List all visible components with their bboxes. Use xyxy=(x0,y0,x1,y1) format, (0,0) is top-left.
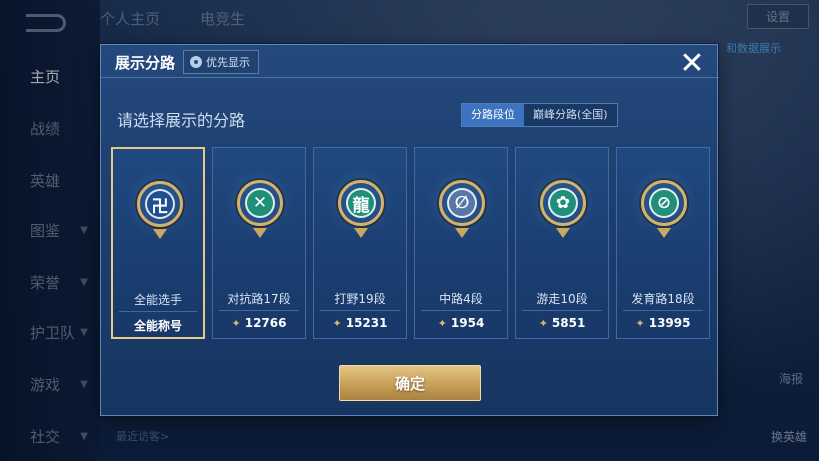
emblem-core: ⊘ xyxy=(649,188,679,218)
lane-emblem-icon: 龍 xyxy=(338,180,384,226)
card-divider xyxy=(119,311,197,312)
card-divider xyxy=(421,310,501,311)
lane-card-value: ✦ 13995 xyxy=(617,316,709,330)
lane-type-switch: 分路段位 巅峰分路(全国) xyxy=(461,103,618,127)
lane-card-value: ✦ 1954 xyxy=(415,316,507,330)
lane-card-value: ✦ 15231 xyxy=(314,316,406,330)
lane-display-dialog: 展示分路 优先显示 ✕ 请选择展示的分路 分路段位 巅峰分路(全国) 卍全能选手… xyxy=(100,44,719,416)
lane-card[interactable]: 龍打野19段 ✦ 15231 xyxy=(313,147,407,339)
card-divider xyxy=(623,310,703,311)
confirm-button[interactable]: 确定 xyxy=(339,365,481,401)
dialog-title: 展示分路 xyxy=(115,53,176,72)
lane-card[interactable]: ⊘ 发育路18段 ✦ 13995 xyxy=(616,147,710,339)
card-divider xyxy=(522,310,602,311)
lane-emblem-icon: ✿ xyxy=(540,180,586,226)
card-divider xyxy=(219,310,299,311)
lane-card[interactable]: ✕ 对抗路17段 ✦ 12766 xyxy=(212,147,306,339)
dialog-subtitle: 请选择展示的分路 xyxy=(117,111,246,130)
rank-points-icon: ✦ xyxy=(437,316,447,330)
lane-card[interactable]: ∅ 中路4段 ✦ 1954 xyxy=(414,147,508,339)
emblem-core: ∅ xyxy=(447,188,477,218)
lane-card[interactable]: 卍全能选手 全能称号 xyxy=(111,147,205,339)
rank-points-icon: ✦ xyxy=(332,316,342,330)
emblem-core: ✿ xyxy=(548,188,578,218)
lane-card-value-text: 12766 xyxy=(244,316,287,330)
rank-points-icon: ✦ xyxy=(635,316,645,330)
emblem-core: ✕ xyxy=(245,188,275,218)
lane-card-label: 游走10段 xyxy=(536,292,588,306)
close-icon[interactable]: ✕ xyxy=(677,49,707,79)
lane-card-value-text: 13995 xyxy=(648,316,691,330)
emblem-core: 龍 xyxy=(346,188,376,218)
dialog-header: 展示分路 优先显示 xyxy=(101,45,719,79)
rank-points-icon: ✦ xyxy=(231,316,241,330)
lane-card-label: 全能选手 xyxy=(133,293,182,307)
lane-card-value: ✦ 5851 xyxy=(516,316,608,330)
lane-card-value-text: 1954 xyxy=(450,316,485,330)
lane-card[interactable]: ✿ 游走10段 ✦ 5851 xyxy=(515,147,609,339)
priority-display-button[interactable]: 优先显示 xyxy=(183,50,260,74)
gear-icon xyxy=(190,56,203,68)
lane-emblem-icon: ∅ xyxy=(439,180,485,226)
card-divider xyxy=(320,310,400,311)
lane-emblem-icon: 卍 xyxy=(137,181,183,227)
lane-emblem-icon: ⊘ xyxy=(641,180,687,226)
rank-points-icon: ✦ xyxy=(538,316,548,330)
lane-emblem-icon: ✕ xyxy=(237,180,283,226)
tab-peak-lane[interactable]: 巅峰分路(全国) xyxy=(524,104,617,126)
lane-card-value-text: 全能称号 xyxy=(133,319,182,333)
lane-card-value-text: 15231 xyxy=(345,316,388,330)
lane-card-value: 全能称号 xyxy=(113,317,203,334)
lane-card-label: 打野19段 xyxy=(334,292,386,306)
lane-card-value: ✦ 12766 xyxy=(213,316,305,330)
lane-card-label: 中路4段 xyxy=(439,292,483,306)
lane-card-label: 对抗路17段 xyxy=(227,292,291,306)
lane-card-value-text: 5851 xyxy=(551,316,586,330)
tab-lane-rank[interactable]: 分路段位 xyxy=(462,104,524,126)
lane-cards: 卍全能选手 全能称号 ✕ 对抗路17段 ✦ 12766 龍打野19段 ✦ 15231 ∅ 中路4段 ✦… xyxy=(111,147,711,341)
lane-card-label: 发育路18段 xyxy=(631,292,695,306)
priority-display-label: 优先显示 xyxy=(206,56,251,69)
emblem-core: 卍 xyxy=(145,189,175,219)
header-divider xyxy=(101,77,719,85)
